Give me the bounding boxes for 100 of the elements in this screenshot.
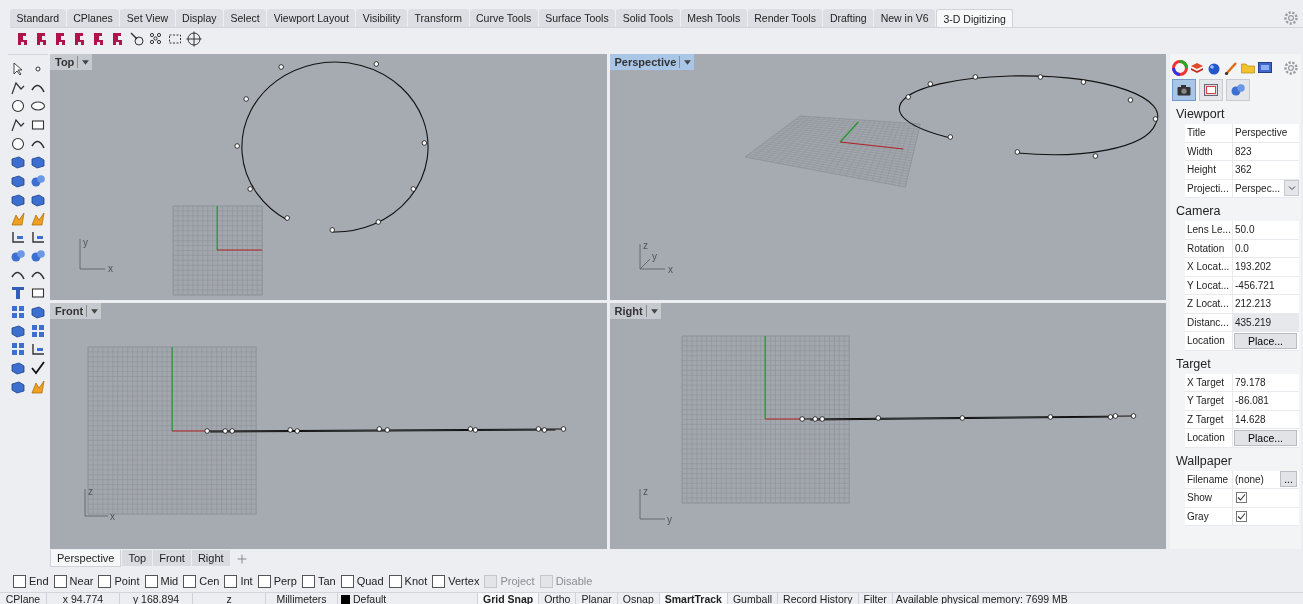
circle-icon[interactable]: [10, 98, 26, 115]
osnap-checkbox[interactable]: Int: [224, 574, 253, 588]
ribbon-tab[interactable]: Display: [175, 9, 223, 27]
color-wheel-icon[interactable]: [1172, 60, 1188, 76]
panel-button[interactable]: [1199, 79, 1223, 101]
property-checkbox[interactable]: [1236, 492, 1247, 503]
panel-button[interactable]: [1226, 79, 1250, 101]
viewport-title-tab[interactable]: Top: [50, 54, 93, 70]
status-toggle[interactable]: Ortho: [539, 593, 577, 604]
polyline-icon[interactable]: [10, 117, 26, 134]
property-value[interactable]: Perspective: [1233, 124, 1299, 142]
viewport-tab[interactable]: Perspective: [50, 550, 122, 567]
property-checkbox[interactable]: [1236, 510, 1247, 522]
probe-icon[interactable]: [129, 31, 145, 47]
osnap-checkbox[interactable]: Near: [53, 574, 94, 588]
viewport-tab[interactable]: Right: [191, 550, 230, 566]
axis-indicator-drawing: [79, 238, 106, 270]
grid-icon[interactable]: [30, 322, 46, 339]
ribbon-tab[interactable]: Set View: [120, 9, 175, 27]
status-toggle[interactable]: Filter: [858, 593, 893, 604]
place-button[interactable]: Place...: [1234, 332, 1297, 349]
dropdown-button[interactable]: [1284, 180, 1299, 197]
frame-icon: [1203, 82, 1219, 98]
circle-icon[interactable]: [10, 135, 26, 152]
cplane-label[interactable]: CPlane: [0, 593, 47, 604]
property-value[interactable]: 79.178: [1233, 373, 1299, 391]
spheres-icon[interactable]: [30, 247, 46, 264]
ribbon-tab[interactable]: Mesh Tools: [680, 9, 747, 27]
property-value[interactable]: 193.202: [1233, 258, 1299, 276]
ribbon-tab[interactable]: Select: [224, 9, 267, 27]
osnap-checkbox[interactable]: Tan: [301, 574, 336, 588]
viewport-title-tab[interactable]: Perspective: [609, 54, 695, 70]
osnap-checkbox[interactable]: Perp: [257, 574, 297, 588]
property-value: (none): [1234, 472, 1264, 487]
ribbon-tab[interactable]: Render Tools: [747, 9, 823, 27]
status-toggle[interactable]: SmartTrack: [659, 593, 728, 604]
spheres-icon[interactable]: [10, 247, 26, 264]
ribbon-tab[interactable]: Standard: [10, 9, 66, 27]
property-value[interactable]: -86.081: [1233, 392, 1299, 410]
ribbon-tab[interactable]: Curve Tools: [469, 9, 538, 27]
surface-icon[interactable]: [30, 191, 46, 208]
browse-button[interactable]: ...: [1280, 471, 1297, 488]
caret-icon: [90, 306, 100, 316]
ribbon-tab[interactable]: Transform: [408, 9, 469, 27]
property-label: Y Locat...: [1185, 276, 1233, 294]
ribbon-tab[interactable]: Surface Tools: [538, 9, 616, 27]
grid-icon[interactable]: [10, 341, 26, 358]
ribbon-tab[interactable]: Visibility: [356, 9, 408, 27]
layers-icon[interactable]: [1189, 60, 1205, 76]
ribbon-tab[interactable]: Viewport Layout: [267, 9, 356, 27]
t-shape-icon[interactable]: [10, 285, 26, 302]
viewport-tab[interactable]: Front: [153, 550, 191, 566]
frame-icon[interactable]: [167, 31, 183, 47]
surface-icon[interactable]: [30, 303, 46, 320]
points-icon[interactable]: [148, 31, 164, 47]
brush-icon[interactable]: [1223, 60, 1239, 76]
viewport-title-tab[interactable]: Front: [50, 303, 102, 319]
units-label[interactable]: Millimeters: [266, 593, 338, 604]
osnap-checkbox[interactable]: Cen: [183, 574, 220, 588]
crosshair-icon[interactable]: [186, 31, 202, 47]
surface-icon[interactable]: [10, 360, 26, 376]
property-value[interactable]: 823: [1233, 142, 1299, 160]
ribbon-tab[interactable]: Solid Tools: [616, 9, 680, 27]
axis-indicator-drawing: [639, 243, 665, 270]
property-value[interactable]: Perspec...: [1233, 179, 1281, 197]
check-icon[interactable]: [30, 360, 46, 376]
surface-icon[interactable]: [10, 378, 26, 395]
status-toggle[interactable]: Gumball: [727, 593, 779, 604]
dimension-icon[interactable]: [10, 229, 26, 246]
status-toggle[interactable]: Planar: [576, 593, 618, 604]
ribbon-tab[interactable]: Drafting: [823, 9, 874, 27]
dimension-icon[interactable]: [30, 229, 46, 246]
osnap-checkbox[interactable]: Knot: [388, 574, 428, 588]
property-value[interactable]: 0.0: [1233, 239, 1299, 257]
osnap-checkbox[interactable]: Vertex: [432, 574, 480, 588]
dimension-icon[interactable]: [30, 341, 46, 358]
display-icon[interactable]: [1257, 60, 1273, 76]
grid-icon[interactable]: [10, 303, 26, 320]
polyline-icon[interactable]: [10, 79, 26, 96]
viewport-title-tab[interactable]: Right: [609, 303, 661, 319]
property-value[interactable]: 362: [1233, 161, 1299, 179]
osnap-checkbox[interactable]: Point: [98, 574, 140, 588]
osnap-checkbox[interactable]: Mid: [144, 574, 179, 588]
ribbon-tab[interactable]: New in V6: [874, 9, 935, 27]
place-button[interactable]: Place...: [1234, 429, 1297, 446]
osnap-checkbox[interactable]: End: [13, 574, 49, 588]
property-value[interactable]: 50.0: [1233, 221, 1299, 239]
ribbon-tab[interactable]: CPlanes: [66, 9, 120, 27]
viewport-tab[interactable]: Top: [122, 550, 153, 566]
spheres-icon: [1230, 82, 1246, 98]
panel-button[interactable]: [1172, 79, 1196, 101]
property-value[interactable]: 14.628: [1233, 410, 1299, 428]
osnap-checkbox[interactable]: Quad: [340, 574, 384, 588]
layer-name[interactable]: Default: [353, 593, 387, 604]
ribbon-tab[interactable]: 3-D Digitizing: [936, 9, 1014, 27]
property-value[interactable]: 212.213: [1233, 295, 1299, 313]
surface-icon[interactable]: [10, 154, 26, 171]
property-value[interactable]: -456.721: [1233, 276, 1299, 294]
axis-label: z: [642, 240, 648, 251]
surface-icon[interactable]: [30, 154, 46, 171]
